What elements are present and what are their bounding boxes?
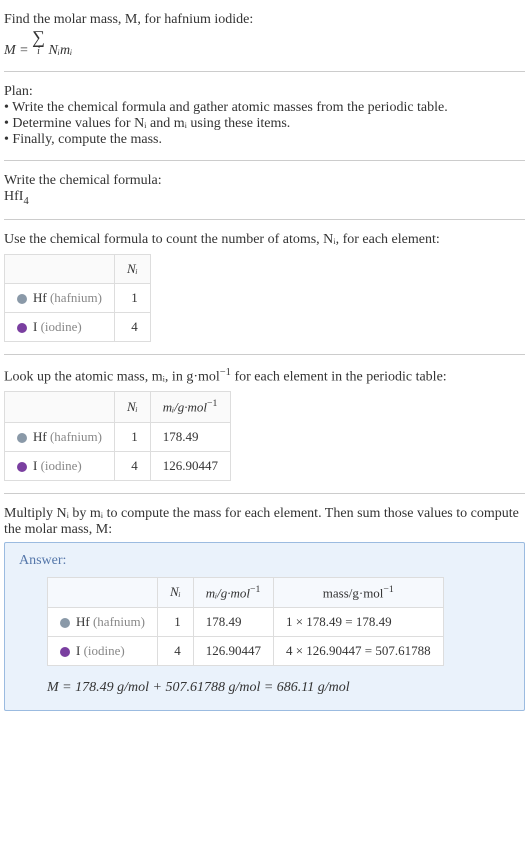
mass-title-b: for each element in the periodic table: [231, 369, 447, 384]
table-header-row: Nᵢ mᵢ/g·mol−1 [5, 392, 231, 422]
answer-table: Nᵢ mᵢ/g·mol−1 mass/g·mol−1 Hf (hafnium) … [47, 577, 444, 666]
header-n: Nᵢ [157, 577, 193, 607]
header-mass-label: mass/g·mol [323, 585, 384, 600]
dot-icon [17, 294, 27, 304]
chem-formula-sub: 4 [23, 196, 28, 207]
m-cell-hf: 178.49 [193, 608, 273, 637]
header-blank [48, 577, 158, 607]
plan-title: Plan: [4, 84, 525, 100]
mass-section: Look up the atomic mass, mᵢ, in g·mol−1 … [4, 363, 525, 494]
answer-box: Answer: Nᵢ mᵢ/g·mol−1 mass/g·mol−1 Hf (h… [4, 542, 525, 711]
table-row: Hf (hafnium) 1 178.49 1 × 178.49 = 178.4… [48, 608, 444, 637]
mass-title-sup: −1 [220, 367, 231, 378]
header-m-label: mᵢ/g·mol [206, 585, 250, 600]
element-name: (iodine) [84, 643, 125, 658]
element-name: (iodine) [41, 458, 82, 473]
header-m-sup: −1 [250, 584, 260, 595]
element-symbol: I [33, 319, 37, 334]
element-symbol: I [76, 643, 80, 658]
element-symbol: Hf [76, 614, 90, 629]
mass-title: Look up the atomic mass, mᵢ, in g·mol−1 … [4, 367, 525, 386]
intro-formula: M = ∑i Nᵢmᵢ [4, 28, 525, 59]
count-table: Nᵢ Hf (hafnium) 1 I (iodine) 4 [4, 254, 151, 342]
sigma-symbol: ∑ [32, 27, 45, 47]
element-name: (hafnium) [50, 429, 102, 444]
mass-title-a: Look up the atomic mass, mᵢ, in g·mol [4, 369, 220, 384]
header-m: mᵢ/g·mol−1 [150, 392, 230, 422]
element-symbol: Hf [33, 429, 47, 444]
dot-icon [60, 618, 70, 628]
header-mass: mass/g·mol−1 [273, 577, 443, 607]
count-section: Use the chemical formula to count the nu… [4, 228, 525, 355]
n-cell-i: 4 [157, 637, 193, 666]
table-row: Hf (hafnium) 1 [5, 283, 151, 312]
m-cell-i: 126.90447 [193, 637, 273, 666]
dot-icon [60, 647, 70, 657]
formula-rhs: Nᵢmᵢ [48, 43, 72, 58]
element-name: (hafnium) [93, 614, 145, 629]
multiply-title: Multiply Nᵢ by mᵢ to compute the mass fo… [4, 506, 525, 538]
mass-cell-i: 4 × 126.90447 = 507.61788 [273, 637, 443, 666]
element-cell-hf: Hf (hafnium) [48, 608, 158, 637]
header-m-label: mᵢ/g·mol [163, 400, 207, 415]
plan-bullet-3: • Finally, compute the mass. [4, 132, 525, 148]
dot-icon [17, 323, 27, 333]
intro-line: Find the molar mass, M, for hafnium iodi… [4, 12, 525, 28]
formula-lhs: M = [4, 43, 32, 58]
intro-section: Find the molar mass, M, for hafnium iodi… [4, 8, 525, 72]
dot-icon [17, 462, 27, 472]
plan-bullet-1: • Write the chemical formula and gather … [4, 100, 525, 116]
element-name: (hafnium) [50, 290, 102, 305]
mass-table: Nᵢ mᵢ/g·mol−1 Hf (hafnium) 1 178.49 I (i… [4, 391, 231, 480]
table-row: I (iodine) 4 [5, 312, 151, 341]
header-n: Nᵢ [114, 392, 150, 422]
header-mass-sup: −1 [383, 584, 393, 595]
n-cell-hf: 1 [157, 608, 193, 637]
dot-icon [17, 433, 27, 443]
element-symbol: Hf [33, 290, 47, 305]
chem-formula-value: HfI4 [4, 189, 525, 207]
header-blank [5, 254, 115, 283]
element-symbol: I [33, 458, 37, 473]
header-n-label: Nᵢ [170, 584, 181, 599]
plan-section: Plan: • Write the chemical formula and g… [4, 80, 525, 161]
m-cell-hf: 178.49 [150, 422, 230, 451]
element-cell-hf: Hf (hafnium) [5, 422, 115, 451]
answer-label: Answer: [19, 553, 510, 569]
mass-cell-hf: 1 × 178.49 = 178.49 [273, 608, 443, 637]
header-n-label: Nᵢ [127, 399, 138, 414]
element-cell-hf: Hf (hafnium) [5, 283, 115, 312]
header-m: mᵢ/g·mol−1 [193, 577, 273, 607]
n-cell-i: 4 [114, 312, 150, 341]
element-cell-i: I (iodine) [48, 637, 158, 666]
count-title: Use the chemical formula to count the nu… [4, 232, 525, 248]
n-cell-i: 4 [114, 451, 150, 480]
n-cell-hf: 1 [114, 283, 150, 312]
chem-formula-title: Write the chemical formula: [4, 173, 525, 189]
m-cell-i: 126.90447 [150, 451, 230, 480]
final-result: M = 178.49 g/mol + 507.61788 g/mol = 686… [47, 680, 510, 696]
header-m-sup: −1 [207, 398, 217, 409]
table-header-row: Nᵢ mᵢ/g·mol−1 mass/g·mol−1 [48, 577, 444, 607]
header-blank [5, 392, 115, 422]
header-n: Nᵢ [114, 254, 150, 283]
n-cell-hf: 1 [114, 422, 150, 451]
multiply-section: Multiply Nᵢ by mᵢ to compute the mass fo… [4, 502, 525, 542]
sigma-icon: ∑i [32, 28, 45, 57]
element-cell-i: I (iodine) [5, 312, 115, 341]
table-row: I (iodine) 4 126.90447 4 × 126.90447 = 5… [48, 637, 444, 666]
header-n-label: Nᵢ [127, 261, 138, 276]
table-header-row: Nᵢ [5, 254, 151, 283]
table-row: Hf (hafnium) 1 178.49 [5, 422, 231, 451]
element-name: (iodine) [41, 319, 82, 334]
chem-formula-main: HfI [4, 189, 23, 204]
table-row: I (iodine) 4 126.90447 [5, 451, 231, 480]
chem-formula-section: Write the chemical formula: HfI4 [4, 169, 525, 220]
sigma-index: i [32, 47, 45, 57]
plan-bullet-2: • Determine values for Nᵢ and mᵢ using t… [4, 116, 525, 132]
element-cell-i: I (iodine) [5, 451, 115, 480]
